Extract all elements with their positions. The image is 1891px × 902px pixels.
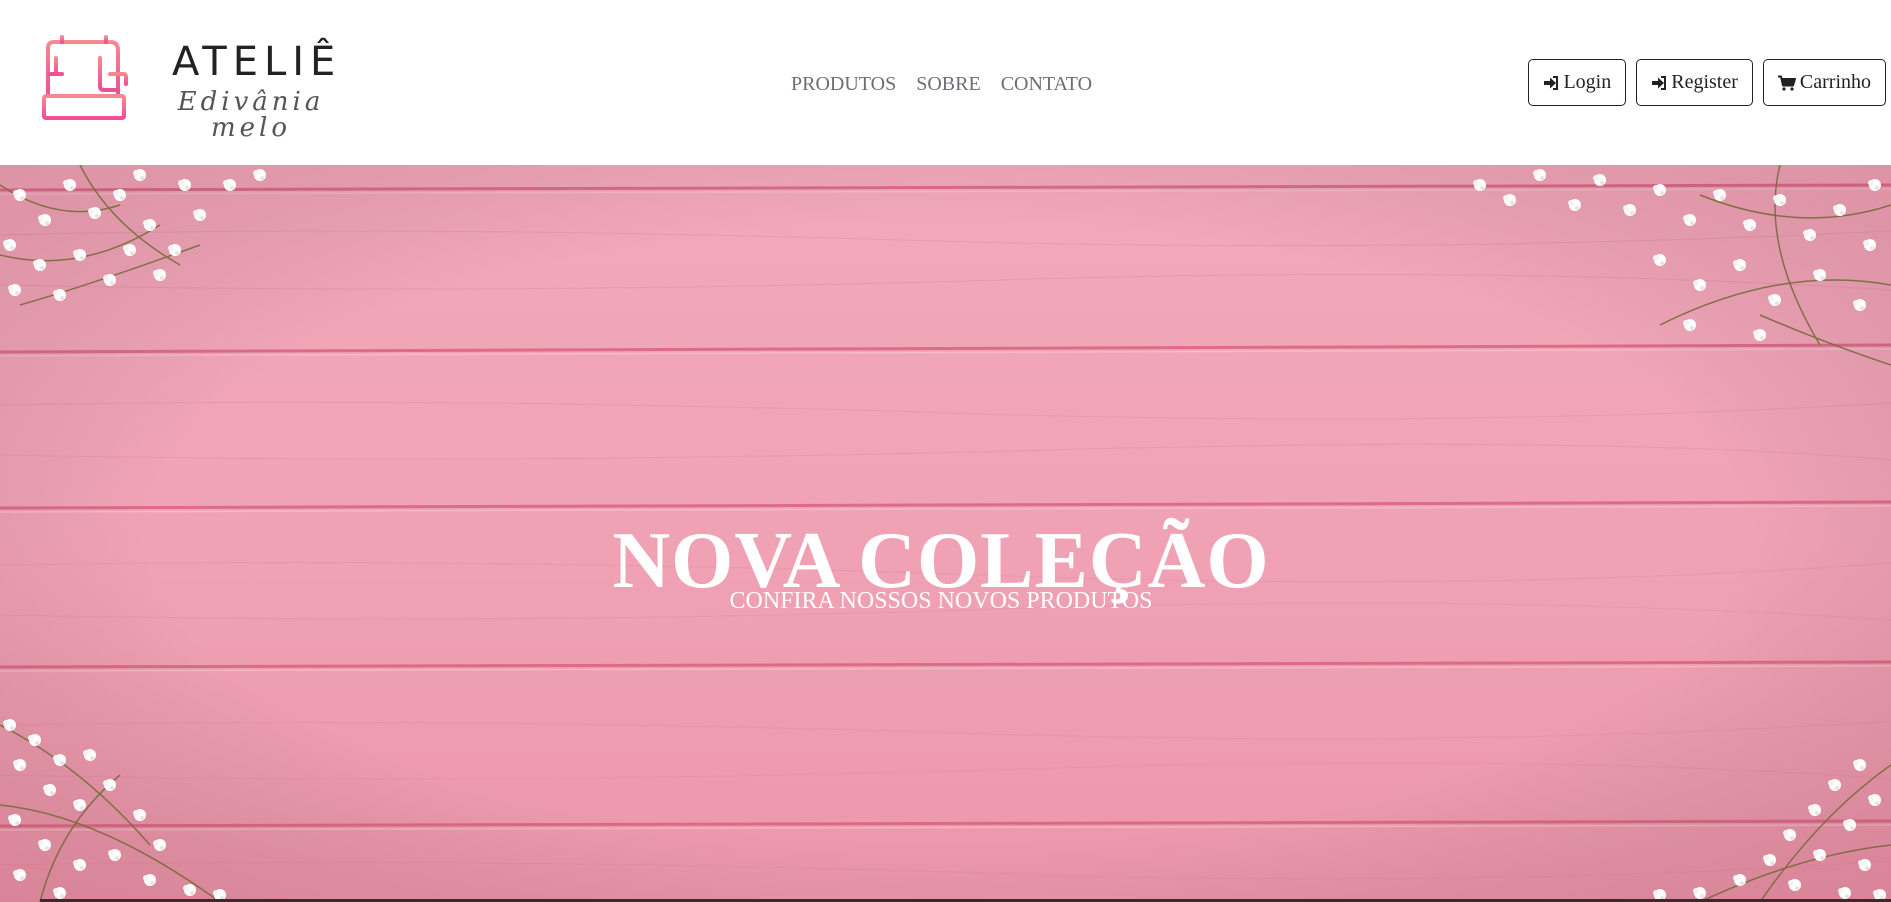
site-header: ATELIÊ Edivânia melo PRODUTOS SOBRE CONT… bbox=[0, 0, 1891, 165]
nav-link-sobre[interactable]: SOBRE bbox=[916, 70, 980, 98]
brand-title: ATELIÊ bbox=[172, 39, 342, 85]
sign-in-icon bbox=[1544, 75, 1559, 90]
nav-link-produtos[interactable]: PRODUTOS bbox=[791, 70, 896, 98]
register-label: Register bbox=[1671, 71, 1738, 93]
login-label: Login bbox=[1563, 71, 1612, 93]
login-button[interactable]: Login bbox=[1528, 59, 1627, 106]
brand-subtitle: Edivânia melo bbox=[177, 87, 325, 143]
hero-banner: NOVA COLEÇÃO CONFIRA NOSSOS NOVOS PRODUT… bbox=[0, 165, 1891, 902]
shopping-cart-icon bbox=[1777, 75, 1796, 91]
main-nav: PRODUTOS SOBRE CONTATO bbox=[791, 70, 1092, 98]
cart-label: Carrinho bbox=[1799, 71, 1871, 93]
hero-subtitle: CONFIRA NOSSOS NOVOS PRODUTOS bbox=[729, 588, 1153, 614]
register-button[interactable]: Register bbox=[1636, 59, 1753, 106]
brand-logo[interactable]: ATELIÊ Edivânia melo bbox=[40, 34, 350, 141]
sign-in-icon bbox=[1652, 75, 1667, 90]
sewing-machine-icon bbox=[42, 35, 128, 120]
nav-link-contato[interactable]: CONTATO bbox=[1001, 70, 1092, 98]
header-actions: Login Register Carrinho bbox=[1528, 59, 1886, 106]
cart-button[interactable]: Carrinho bbox=[1762, 59, 1886, 106]
